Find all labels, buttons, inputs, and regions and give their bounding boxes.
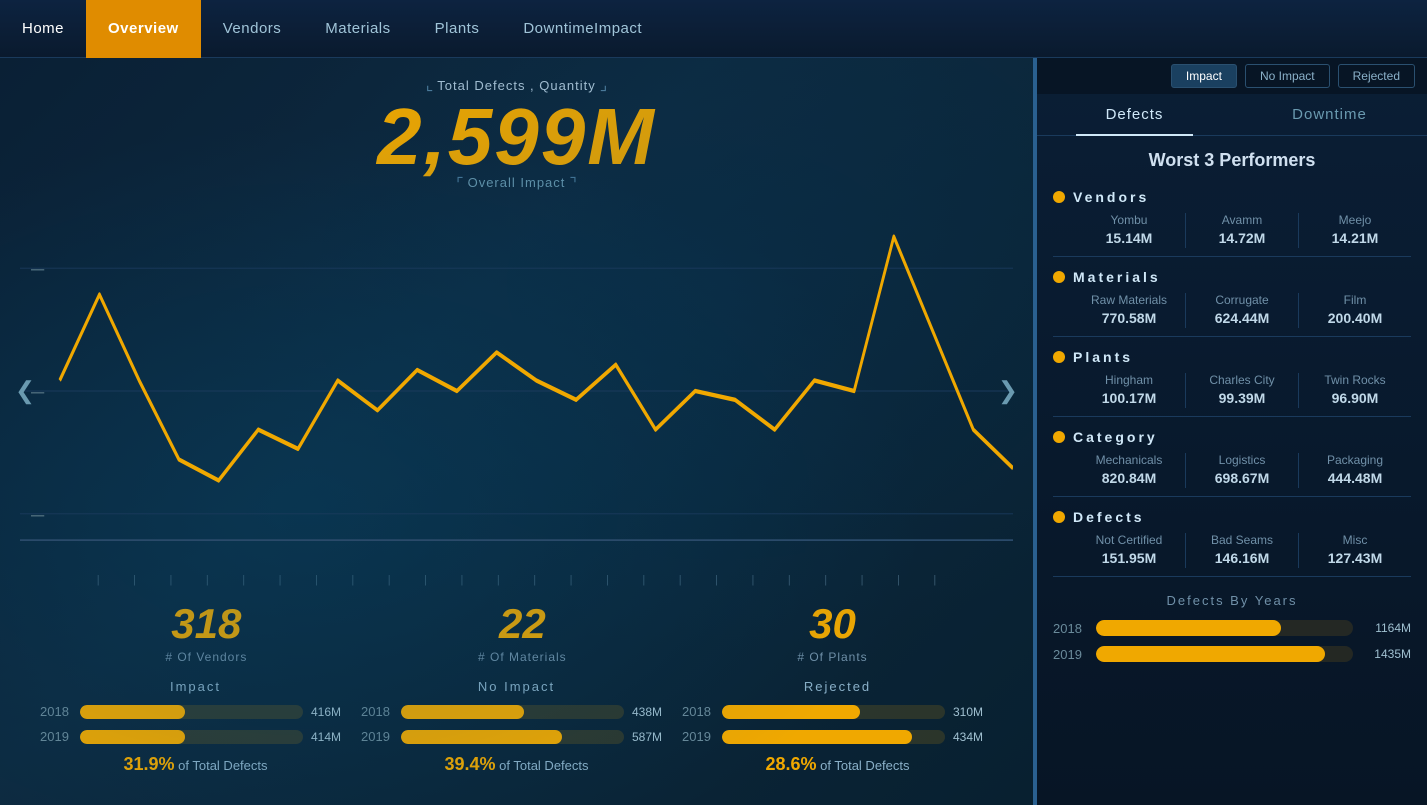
separator-5: [1053, 576, 1411, 577]
bottom-bars-section: Impact 2018 416M 2019 414M 31.9% of Tota…: [30, 669, 1003, 785]
main-layout: ⌞ Total Defects , Quantity ⌟ 2,599M ⌜ Ov…: [0, 58, 1427, 805]
main-number: 2,599M: [30, 97, 1003, 177]
total-defects-label: Total Defects , Quantity: [437, 78, 595, 93]
filter-impact[interactable]: Impact: [1171, 64, 1237, 88]
no-impact-group: No Impact 2018 438M 2019 587M 39.4% of T…: [361, 679, 672, 775]
vendors-category-name: Vendors: [1073, 189, 1149, 205]
material-item-1: Corrugate 624.44M: [1186, 293, 1299, 328]
plants-label: # Of Plants: [797, 650, 867, 664]
chart-prev-button[interactable]: ❮: [15, 377, 35, 406]
impact-title: Impact: [40, 679, 351, 694]
rejected-bar-2019: 2019 434M: [682, 729, 993, 744]
impact-group: Impact 2018 416M 2019 414M 31.9% of Tota…: [40, 679, 351, 775]
stat-plants: 30 # Of Plants: [797, 600, 867, 664]
plants-count: 30: [797, 600, 867, 648]
plants-category-name: Plants: [1073, 349, 1133, 365]
stats-row: 318 # Of Vendors 22 # Of Materials 30 # …: [30, 590, 1003, 669]
vendors-dot: [1053, 191, 1065, 203]
materials-label: # Of Materials: [478, 650, 567, 664]
stat-vendors: 318 # Of Vendors: [165, 600, 247, 664]
stat-materials: 22 # Of Materials: [478, 600, 567, 664]
material-item-2: Film 200.40M: [1299, 293, 1411, 328]
rejected-group: Rejected 2018 310M 2019 434M 28.6% of To…: [682, 679, 993, 775]
svg-text:—: —: [31, 256, 45, 280]
vendors-label: # Of Vendors: [165, 650, 247, 664]
impact-bar-2018: 2018 416M: [40, 704, 351, 719]
separator-4: [1053, 496, 1411, 497]
category-category-name: Category: [1073, 429, 1158, 445]
right-tabs: Defects Downtime: [1037, 94, 1427, 136]
materials-count: 22: [478, 600, 567, 648]
category-dot: [1053, 431, 1065, 443]
material-item-0: Raw Materials 770.58M: [1073, 293, 1186, 328]
filter-rejected[interactable]: Rejected: [1338, 64, 1415, 88]
defects-dot: [1053, 511, 1065, 523]
rejected-title: Rejected: [682, 679, 993, 694]
chart-next-button[interactable]: ❯: [998, 377, 1018, 406]
tab-defects[interactable]: Defects: [1037, 94, 1232, 135]
category-item-1: Logistics 698.67M: [1186, 453, 1299, 488]
no-impact-pct: 39.4% of Total Defects: [361, 754, 672, 775]
separator-1: [1053, 256, 1411, 257]
right-panel: Impact No Impact Rejected Defects Downti…: [1037, 58, 1427, 805]
plant-item-1: Charles City 99.39M: [1186, 373, 1299, 408]
separator-3: [1053, 416, 1411, 417]
category-defects: Defects Not Certified 151.95M Bad Seams …: [1037, 501, 1427, 572]
chart-area: ❮ — — — /* ticks */ ❯: [20, 198, 1013, 584]
vendor-item-2: Meejo 14.21M: [1299, 213, 1411, 248]
nav-plants[interactable]: Plants: [413, 0, 502, 58]
left-panel: ⌞ Total Defects , Quantity ⌟ 2,599M ⌜ Ov…: [0, 58, 1033, 805]
vendor-item-0: Yombu 15.14M: [1073, 213, 1186, 248]
years-title: Defects By Years: [1053, 593, 1411, 608]
vendor-item-1: Avamm 14.72M: [1186, 213, 1299, 248]
worst3-title: Worst 3 Performers: [1037, 136, 1427, 181]
category-plants: Plants Hingham 100.17M Charles City 99.3…: [1037, 341, 1427, 412]
nav-vendors[interactable]: Vendors: [201, 0, 304, 58]
category-item-2: Packaging 444.48M: [1299, 453, 1411, 488]
defect-item-2: Misc 127.43M: [1299, 533, 1411, 568]
separator-2: [1053, 336, 1411, 337]
category-vendors: Vendors Yombu 15.14M Avamm 14.72M Meejo …: [1037, 181, 1427, 252]
materials-dot: [1053, 271, 1065, 283]
materials-category-name: Materials: [1073, 269, 1161, 285]
year-bar-2019: 2019 1435M: [1053, 646, 1411, 662]
filter-tabs-row: Impact No Impact Rejected: [1037, 58, 1427, 94]
impact-pct: 31.9% of Total Defects: [40, 754, 351, 775]
tab-downtime[interactable]: Downtime: [1232, 94, 1427, 135]
defects-by-years: Defects By Years 2018 1164M 2019 1435M: [1037, 581, 1427, 684]
no-impact-bar-2019: 2019 587M: [361, 729, 672, 744]
vendors-count: 318: [165, 600, 247, 648]
plant-item-0: Hingham 100.17M: [1073, 373, 1186, 408]
no-impact-bar-2018: 2018 438M: [361, 704, 672, 719]
impact-bar-2019: 2019 414M: [40, 729, 351, 744]
svg-text:—: —: [31, 502, 45, 526]
plants-dot: [1053, 351, 1065, 363]
plant-item-2: Twin Rocks 96.90M: [1299, 373, 1411, 408]
defect-item-0: Not Certified 151.95M: [1073, 533, 1186, 568]
line-chart: — — — /* ticks */: [20, 198, 1013, 584]
defects-category-name: Defects: [1073, 509, 1145, 525]
nav-home[interactable]: Home: [0, 0, 86, 58]
rejected-bar-2018: 2018 310M: [682, 704, 993, 719]
nav-materials[interactable]: Materials: [303, 0, 412, 58]
nav-downtime-impact[interactable]: DowntimeImpact: [501, 0, 664, 58]
no-impact-title: No Impact: [361, 679, 672, 694]
category-materials: Materials Raw Materials 770.58M Corrugat…: [1037, 261, 1427, 332]
year-bar-2018: 2018 1164M: [1053, 620, 1411, 636]
main-nav: Home Overview Vendors Materials Plants D…: [0, 0, 1427, 58]
rejected-pct: 28.6% of Total Defects: [682, 754, 993, 775]
filter-no-impact[interactable]: No Impact: [1245, 64, 1330, 88]
category-item-0: Mechanicals 820.84M: [1073, 453, 1186, 488]
nav-overview[interactable]: Overview: [86, 0, 201, 58]
overall-impact-label: Overall Impact: [468, 175, 566, 190]
defect-item-1: Bad Seams 146.16M: [1186, 533, 1299, 568]
category-category: Category Mechanicals 820.84M Logistics 6…: [1037, 421, 1427, 492]
